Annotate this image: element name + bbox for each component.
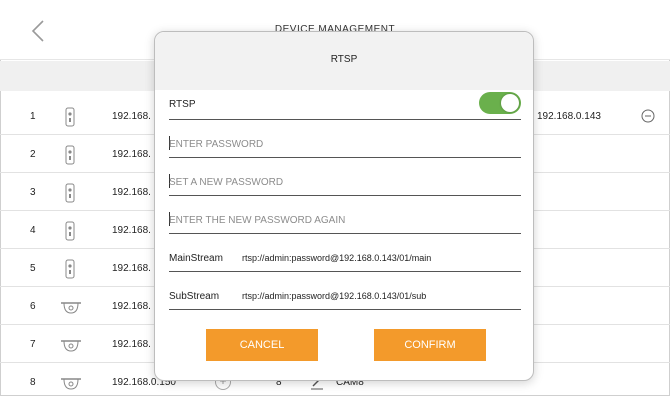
row-number: 2 — [30, 149, 36, 160]
dome-camera-icon — [60, 372, 81, 394]
row-number: 3 — [30, 187, 36, 198]
new-password-field[interactable]: SET A NEW PASSWORD — [169, 166, 521, 196]
device-ip: 192.168. — [112, 301, 151, 312]
row-number: 1 — [30, 111, 36, 122]
rtsp-dialog: RTSP RTSP ENTER PASSWORD SET A NEW PASSW… — [154, 31, 534, 381]
rtsp-toggle[interactable] — [479, 92, 521, 114]
mainstream-label: MainStream — [169, 253, 223, 264]
bullet-camera-icon — [60, 182, 80, 204]
mainstream-url: rtsp://admin:password@192.168.0.143/01/m… — [242, 253, 432, 263]
toggle-knob — [501, 94, 519, 112]
rtsp-toggle-row: RTSP — [169, 90, 521, 120]
bullet-camera-icon — [60, 106, 80, 128]
remove-icon[interactable] — [641, 109, 655, 123]
confirm-button[interactable]: CONFIRM — [374, 329, 486, 361]
dome-camera-icon — [60, 296, 81, 318]
device-ip: 192.168. — [112, 263, 151, 274]
device-ip: 192.168. — [112, 149, 151, 160]
confirm-password-placeholder: ENTER THE NEW PASSWORD AGAIN — [169, 215, 346, 226]
row-number: 6 — [30, 301, 36, 312]
confirm-password-field[interactable]: ENTER THE NEW PASSWORD AGAIN — [169, 204, 521, 234]
row-number: 5 — [30, 263, 36, 274]
dome-camera-icon — [60, 334, 81, 356]
remote-ip: 192.168.0.143 — [537, 111, 601, 122]
enter-password-placeholder: ENTER PASSWORD — [169, 139, 264, 150]
device-ip: 192.168. — [112, 111, 151, 122]
mainstream-row: MainStream rtsp://admin:password@192.168… — [169, 242, 521, 272]
row-number: 7 — [30, 339, 36, 350]
enter-password-field[interactable]: ENTER PASSWORD — [169, 128, 521, 158]
row-number: 4 — [30, 225, 36, 236]
new-password-placeholder: SET A NEW PASSWORD — [169, 177, 284, 188]
row-number: 8 — [30, 377, 36, 388]
device-ip: 192.168. — [112, 187, 151, 198]
substream-label: SubStream — [169, 291, 220, 302]
substream-url: rtsp://admin:password@192.168.0.143/01/s… — [242, 291, 427, 301]
cancel-button[interactable]: CANCEL — [206, 329, 318, 361]
substream-row: SubStream rtsp://admin:password@192.168.… — [169, 280, 521, 310]
bullet-camera-icon — [60, 220, 80, 242]
bullet-camera-icon — [60, 144, 80, 166]
bullet-camera-icon — [60, 258, 80, 280]
device-ip: 192.168. — [112, 339, 151, 350]
device-ip: 192.168. — [112, 225, 151, 236]
rtsp-label: RTSP — [169, 99, 196, 110]
dialog-title: RTSP — [155, 32, 533, 90]
